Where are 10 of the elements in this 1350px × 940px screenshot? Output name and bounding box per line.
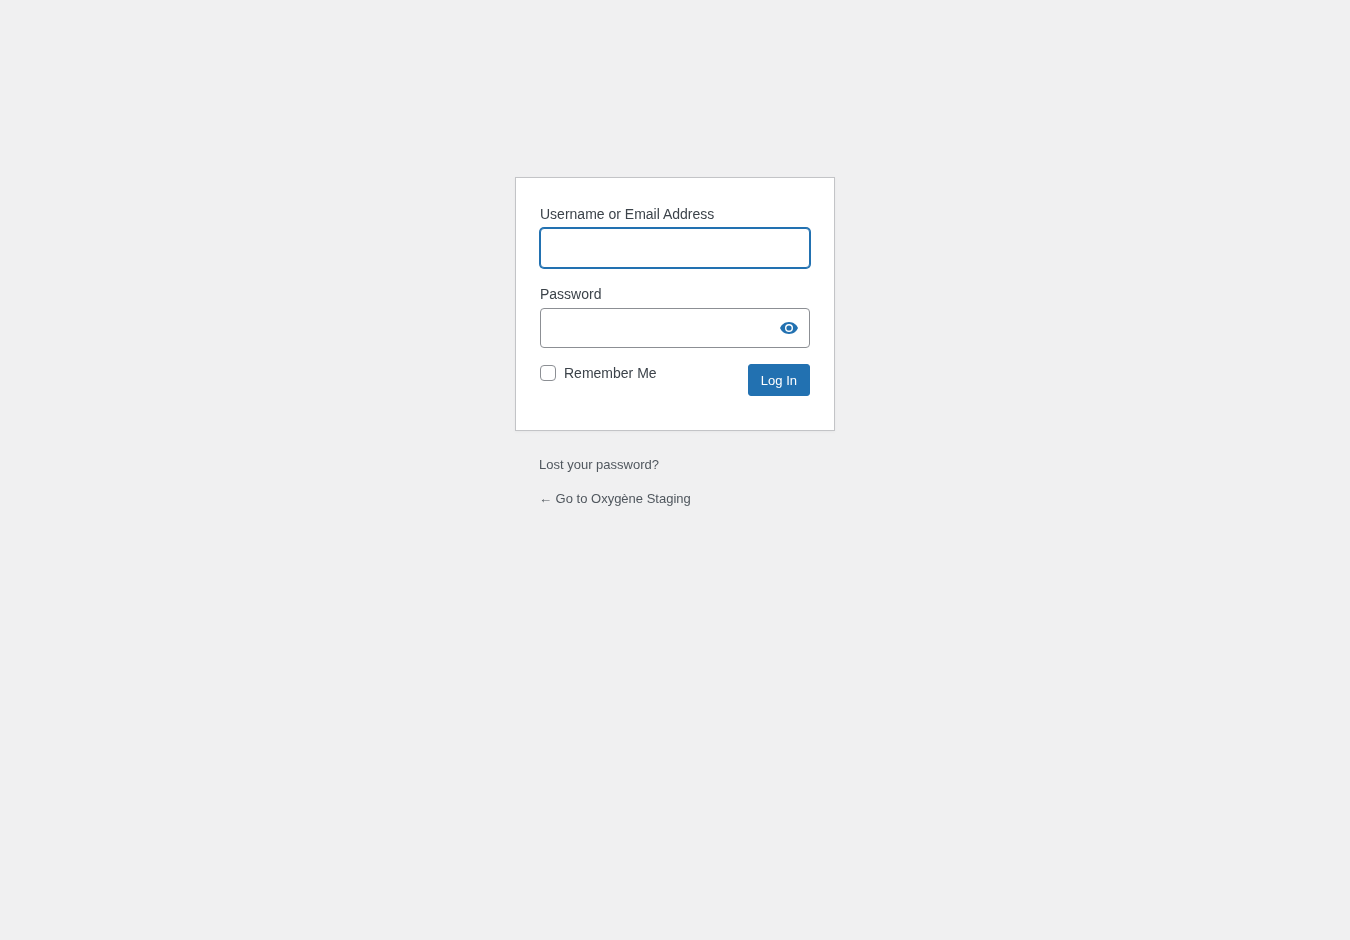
field-label: Password [540, 285, 602, 304]
password-field[interactable] [540, 308, 810, 348]
nav-link[interactable]: ← Go to Oxygène Staging [539, 491, 691, 506]
field-label: Username or Email Address [540, 205, 715, 224]
nav-link[interactable]: Lost your password? [539, 457, 659, 472]
login-button[interactable]: Log In [747, 364, 810, 396]
remember-checkbox[interactable] [540, 365, 556, 381]
username-field[interactable] [540, 228, 810, 268]
remember-label: Remember Me [564, 365, 657, 381]
eye-icon[interactable] [779, 321, 799, 335]
